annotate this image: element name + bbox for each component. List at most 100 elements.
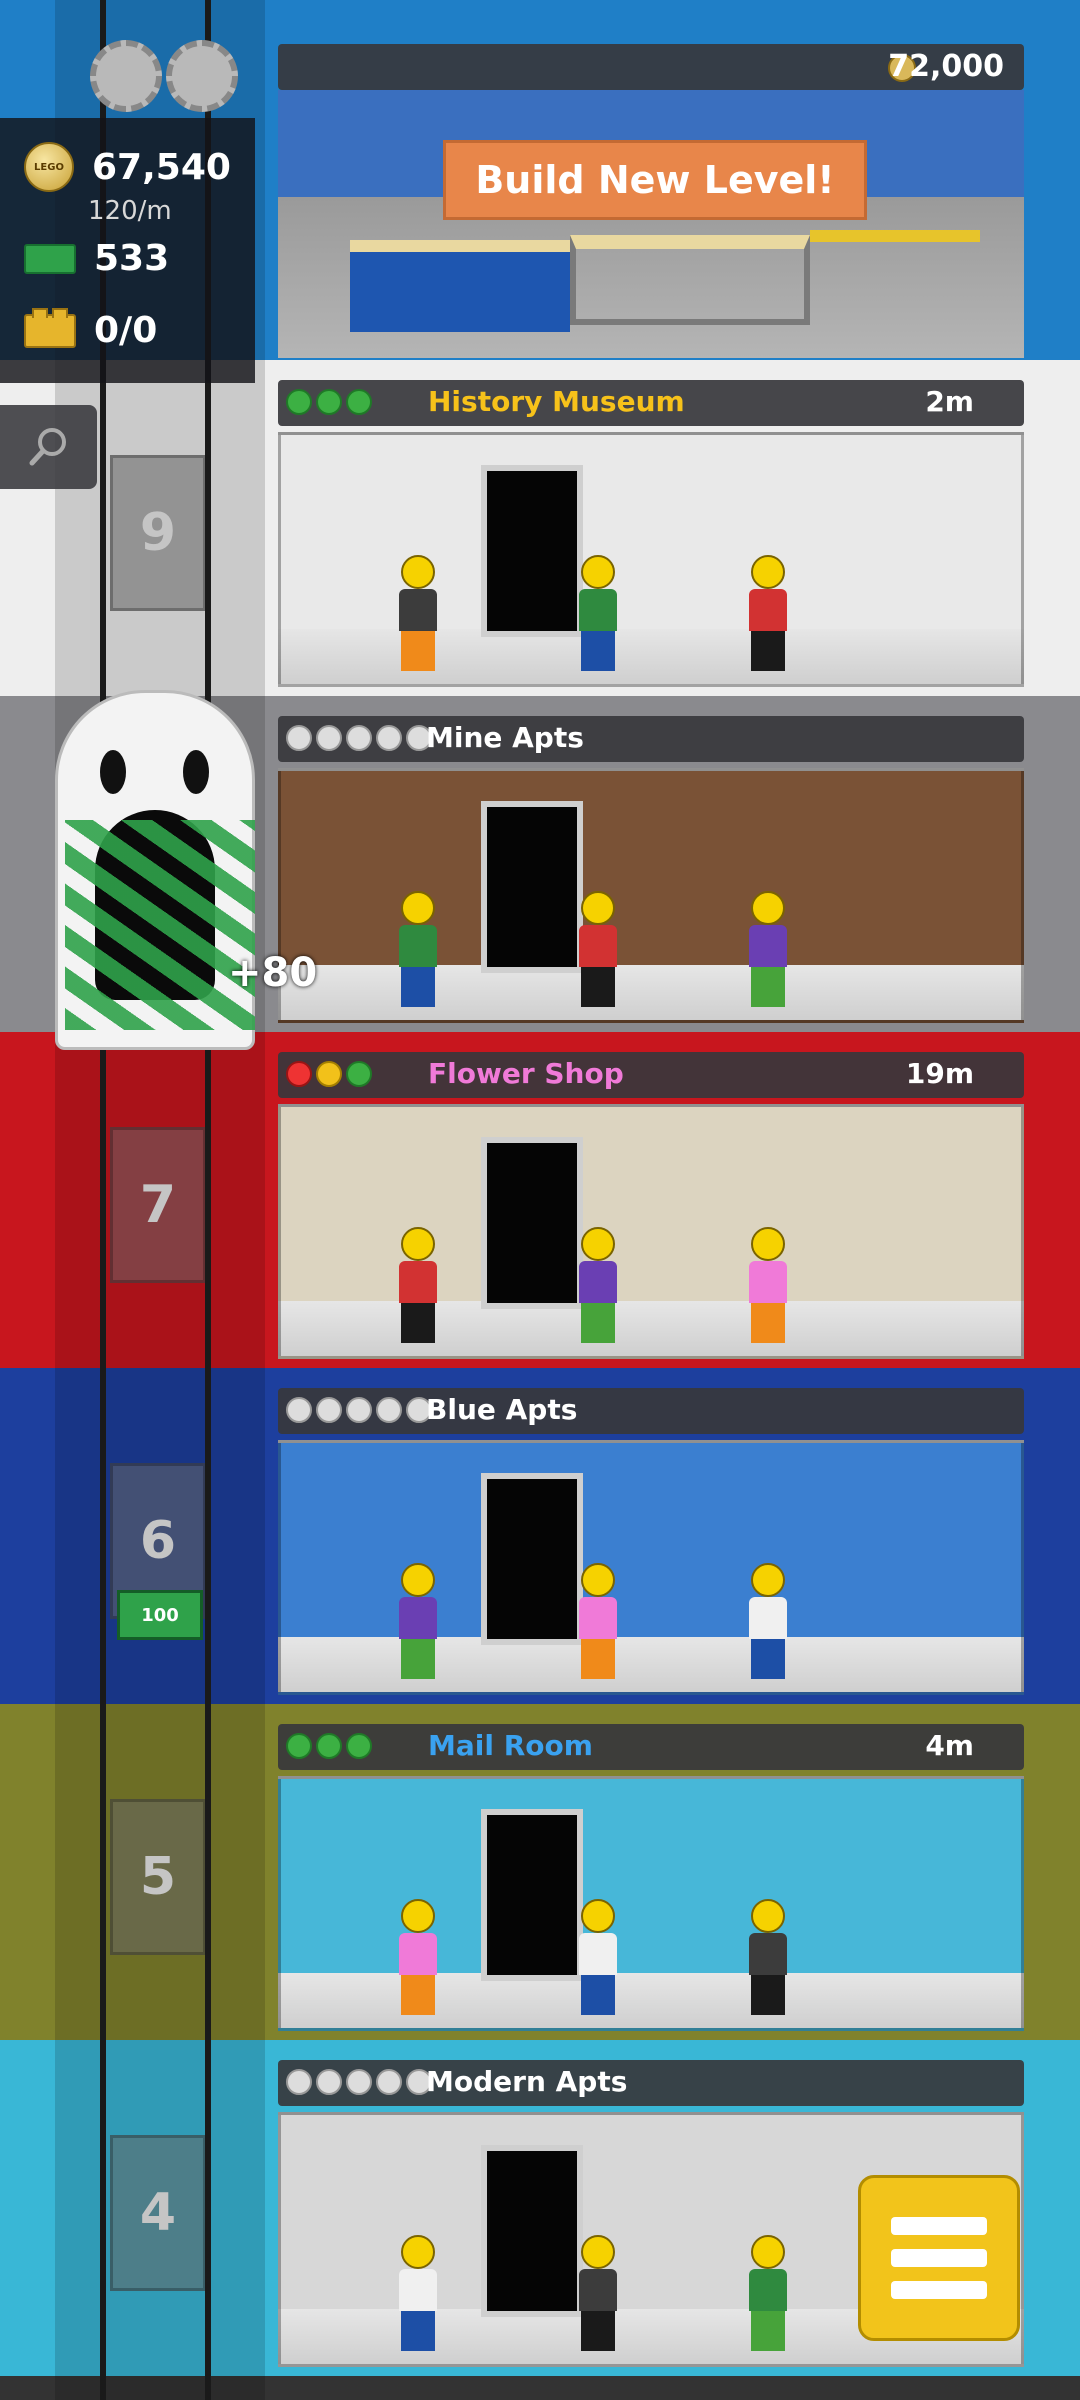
floor-name: Mine Apts [426,721,584,754]
ghost-eye-left-icon [100,750,126,794]
elevator-bux-tip[interactable]: 100 [117,1590,203,1640]
minifig[interactable] [749,1899,787,2015]
build-new-level-button[interactable]: Build New Level! [443,140,867,220]
minifig[interactable] [579,2235,617,2351]
brick-icon [24,307,76,348]
minifig[interactable] [579,1227,617,1343]
minifig[interactable] [579,1563,617,1679]
rating-dot-icon [286,725,312,751]
menu-button[interactable] [858,2175,1020,2341]
minifig[interactable] [749,2235,787,2351]
resource-hud: LEGO 67,540 120/m 533 0/0 [0,118,255,383]
bux-row: 533 [24,238,169,279]
floor-name: Blue Apts [426,1393,578,1426]
construction-pipes [810,230,980,282]
coins-row: LEGO 67,540 [24,142,231,192]
bux-value: 533 [94,238,170,279]
floor-name-bar[interactable]: Mine Apts [278,716,1024,762]
rating-dot-icon [286,1733,312,1759]
minifig[interactable] [749,1227,787,1343]
rating-dot-icon [316,1397,342,1423]
rating-dot-icon [376,725,402,751]
rating-dot-icon [346,1733,372,1759]
floor-rating [286,2069,432,2095]
rating-dot-icon [286,1397,312,1423]
bricks-row: 0/0 [24,307,158,351]
earned-bux-popup: +80 [228,950,318,996]
floor-door [481,1809,583,1981]
floor-scene[interactable] [278,1776,1024,2031]
minifig[interactable] [399,1563,437,1679]
minifig[interactable] [749,891,787,1007]
floor-name-bar[interactable]: Blue Apts [278,1388,1024,1434]
floor-door [481,2145,583,2317]
floor-door [481,1137,583,1309]
elevator-car-ghost[interactable] [55,690,255,1070]
floor-rating [286,1061,372,1087]
build-cost-bar: 72,000 [278,44,1024,90]
rating-dot-icon [346,725,372,751]
floor-rating [286,1733,372,1759]
floor-door [481,1473,583,1645]
rating-dot-icon [316,1061,342,1087]
floor-name-bar[interactable]: Modern Apts [278,2060,1024,2106]
floor-door [481,801,583,973]
floor-scene[interactable] [278,432,1024,687]
minifig[interactable] [749,555,787,671]
minifig[interactable] [579,891,617,1007]
minifig[interactable] [579,555,617,671]
rating-dot-icon [346,1397,372,1423]
minifig[interactable] [399,555,437,671]
rating-dot-icon [376,1397,402,1423]
minifig[interactable] [399,891,437,1007]
floor-timer: 2m [925,385,974,418]
minifig[interactable] [399,2235,437,2351]
construction-fence [570,235,810,325]
floor-name: History Museum [428,385,685,418]
bricks-value: 0/0 [94,310,158,351]
coins-value: 67,540 [92,146,231,188]
menu-line-icon [891,2281,987,2299]
minifig[interactable] [749,1563,787,1679]
floor-scene[interactable] [278,1440,1024,1695]
menu-line-icon [891,2249,987,2267]
floor-name: Mail Room [428,1729,593,1762]
coin-rate: 120/m [88,196,172,226]
rating-dot-icon [346,389,372,415]
minifig[interactable] [399,1899,437,2015]
search-button[interactable] [0,405,97,489]
search-icon [29,428,66,466]
floor-rating [286,389,372,415]
rating-dot-icon [346,2069,372,2095]
rating-dot-icon [286,2069,312,2095]
floor-rating [286,1397,432,1423]
floor-scene[interactable] [278,1104,1024,1359]
minifig[interactable] [579,1899,617,2015]
construction-blocks [350,240,570,332]
minifig[interactable] [399,1227,437,1343]
rating-dot-icon [316,389,342,415]
rating-dot-icon [286,389,312,415]
rating-dot-icon [376,2069,402,2095]
floor-scene[interactable] [278,768,1024,1023]
floor-timer: 19m [905,1057,974,1090]
bux-icon [24,243,76,274]
rating-dot-icon [346,1061,372,1087]
ghost-eye-right-icon [183,750,209,794]
build-cost-value: 72,000 [888,49,1004,84]
floor-name-bar[interactable]: Flower Shop 19m [278,1052,1024,1098]
rating-dot-icon [286,1061,312,1087]
lego-coin-icon: LEGO [24,142,74,192]
rating-dot-icon [316,1733,342,1759]
floor-timer: 4m [925,1729,974,1762]
flying-money-icon [65,820,255,1030]
floor-name-bar[interactable]: Mail Room 4m [278,1724,1024,1770]
floor-door [481,465,583,637]
menu-line-icon [891,2217,987,2235]
rating-dot-icon [316,2069,342,2095]
elevator-gears-icon [90,40,240,118]
floor-name: Modern Apts [426,2065,628,2098]
floor-name: Flower Shop [428,1057,624,1090]
floor-rating [286,725,432,751]
floor-name-bar[interactable]: History Museum 2m [278,380,1024,426]
